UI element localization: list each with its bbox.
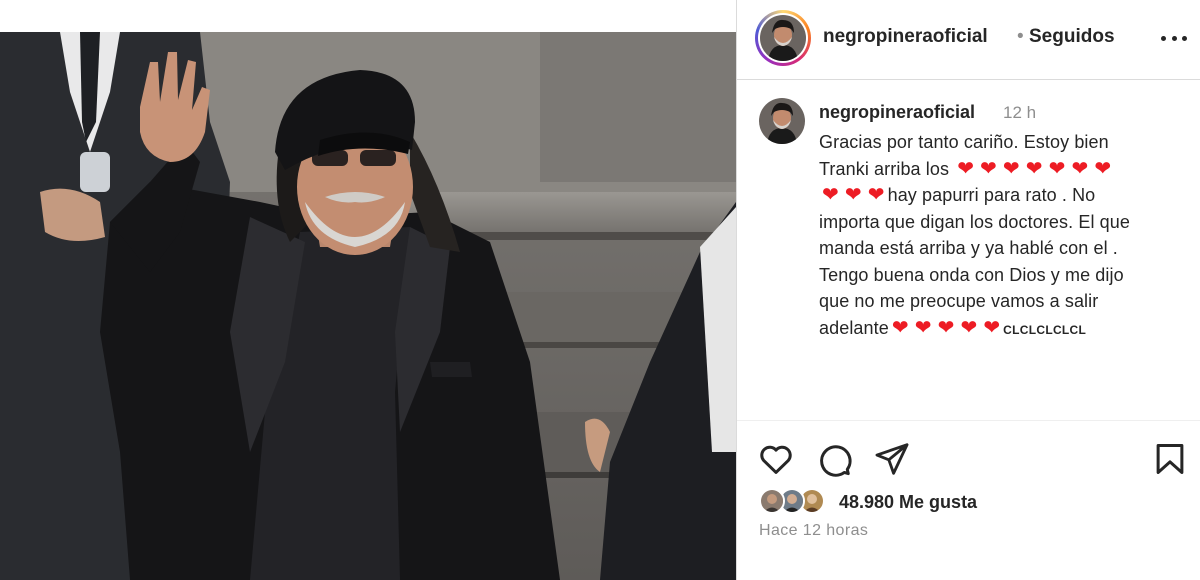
heart-emoji-icon: ❤ (1094, 157, 1112, 180)
heart-emoji-icon: ❤ (891, 316, 909, 339)
caption-line-text: hay papurri para rato . No (887, 185, 1096, 205)
caption-suffix: CLCLCLCLCL (1003, 322, 1087, 337)
heart-outline-icon[interactable] (757, 440, 795, 478)
heart-emoji-icon: ❤ (980, 157, 997, 180)
caption-line: importa que digan los doctores. El que (819, 211, 1130, 232)
header-username[interactable]: negropineraoficial (823, 26, 988, 48)
likes-count[interactable]: 48.980 Me gusta (839, 492, 977, 513)
caption-timestamp[interactable]: 12 h (1003, 103, 1036, 123)
divider (737, 420, 1200, 421)
post-photo[interactable] (0, 32, 736, 580)
caption-line: Tengo buena onda con Dios y me dijo (819, 264, 1124, 285)
heart-emoji-icon: ❤ (1071, 157, 1089, 180)
caption-comment: negropineraoficial 12 h Gracias por tant… (737, 96, 1200, 416)
caption-line: manda está arriba y ya hablé con el . (819, 238, 1118, 258)
comment-bubble-icon[interactable] (815, 440, 853, 478)
follow-status-button[interactable]: Seguidos (1029, 26, 1115, 48)
caption-line: Tranki arriba los ❤ ❤ ❤ ❤ ❤ ❤ ❤ (819, 156, 1189, 183)
heart-emoji-icon: ❤ (960, 316, 978, 339)
caption-line: ❤ ❤ ❤ hay papurri para rato . No (819, 182, 1189, 209)
heart-emoji-icon: ❤ (822, 184, 839, 206)
caption-line: Gracias por tanto cariño. Estoy bien (819, 132, 1109, 152)
caption-text: Gracias por tanto cariño. Estoy bien Tra… (819, 129, 1189, 343)
caption-username[interactable]: negropineraoficial (819, 102, 975, 123)
avatar-image (760, 15, 806, 61)
man-waving-photo (0, 32, 736, 580)
avatar-image (759, 98, 805, 144)
heart-emoji-icon: ❤ (937, 316, 955, 339)
heart-emoji-icon: ❤ (867, 184, 885, 206)
caption-line-text: adelante (819, 317, 889, 338)
liker-avatar (759, 488, 785, 514)
heart-emoji-icon: ❤ (957, 157, 975, 180)
caption-avatar[interactable] (759, 98, 805, 144)
heart-emoji-icon: ❤ (914, 316, 932, 339)
post-date[interactable]: Hace 12 horas (759, 522, 868, 540)
caption-line-text: Tranki arriba los (819, 158, 950, 179)
post-details-panel: negropineraoficial • Seguidos negropiner… (736, 0, 1200, 580)
bookmark-icon[interactable] (1151, 440, 1189, 478)
more-options-icon[interactable] (1161, 28, 1187, 48)
post-header: negropineraoficial • Seguidos (737, 0, 1200, 80)
heart-emoji-icon: ❤ (1002, 157, 1020, 180)
header-separator: • (1017, 26, 1024, 47)
caption-line: adelante ❤ ❤ ❤ ❤ ❤ CLCLCLCLCL (819, 315, 1189, 344)
post-media (0, 0, 736, 580)
heart-emoji-icon: ❤ (844, 184, 862, 206)
paper-plane-icon[interactable] (873, 440, 911, 478)
action-bar (737, 436, 1200, 480)
heart-emoji-icon: ❤ (983, 316, 1001, 339)
heart-emoji-icon: ❤ (1025, 157, 1043, 180)
heart-emoji-icon: ❤ (1048, 157, 1066, 180)
caption-line: que no me preocupe vamos a salir (819, 291, 1099, 311)
likes-row: 48.980 Me gusta (759, 486, 1179, 518)
story-avatar[interactable] (755, 10, 811, 66)
